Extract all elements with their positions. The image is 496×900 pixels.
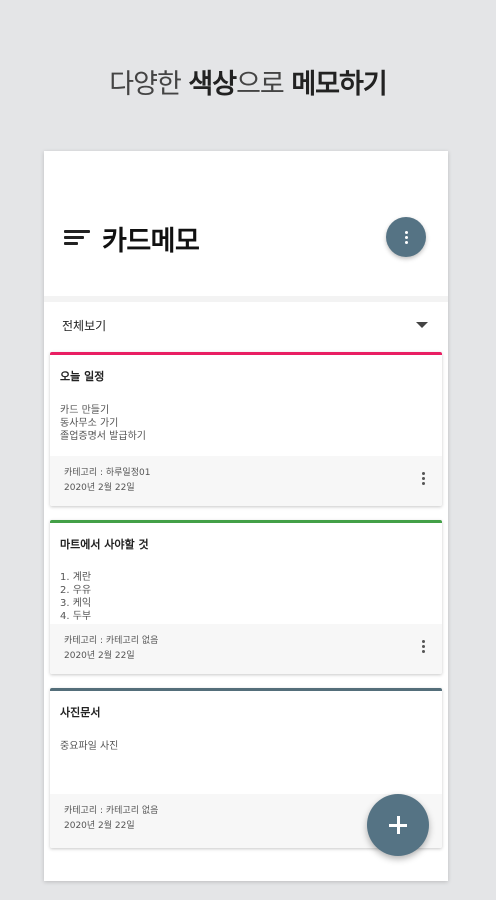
card-footer: 카테고리 : 하루일정01 2020년 2월 22일 (50, 456, 442, 506)
card-title: 오늘 일정 (60, 370, 105, 383)
card-more-icon[interactable] (420, 640, 426, 656)
sort-menu-icon[interactable] (64, 230, 90, 246)
promo-text-3: 으로 (236, 69, 292, 100)
card-meta: 카테고리 : 하루일정01 2020년 2월 22일 (64, 466, 150, 496)
card-date: 2020년 2월 22일 (64, 483, 135, 493)
app-bar: 카드메모 (44, 151, 448, 296)
card-line: 중요파일 사진 (60, 741, 119, 752)
card-category: 카테고리 : 하루일정01 (64, 468, 151, 478)
card-meta: 카테고리 : 카테고리 없음 2020년 2월 22일 (64, 634, 158, 664)
card-category: 카테고리 : 카테고리 없음 (64, 636, 159, 646)
card-color-stripe (50, 688, 442, 691)
dropdown-arrow-icon (416, 322, 428, 328)
card-title: 사진문서 (60, 706, 101, 719)
card-body: 중요파일 사진 (60, 740, 118, 753)
card-line: 2. 우유 (60, 585, 92, 596)
card-line: 4. 두부 (60, 611, 92, 622)
category-filter-dropdown[interactable]: 전체보기 (44, 296, 448, 348)
card-body: 1. 계란 2. 우유 3. 케익 4. 두부 (60, 571, 91, 623)
promo-headline: 다양한 색상으로 메모하기 (0, 62, 496, 101)
more-options-button[interactable] (386, 217, 426, 257)
card-more-icon[interactable] (420, 472, 426, 488)
card-line: 1. 계란 (60, 572, 92, 583)
filter-selected-label: 전체보기 (62, 319, 107, 333)
phone-screen: 카드메모 전체보기 오늘 일정 카드 만들기 동사무소 가기 졸업증명서 발급하… (44, 151, 448, 881)
promo-text-4: 메모하기 (291, 69, 387, 100)
card-color-stripe (50, 520, 442, 523)
card-category: 카테고리 : 카테고리 없음 (64, 806, 159, 816)
app-title: 카드메모 (102, 226, 200, 257)
card-meta: 카테고리 : 카테고리 없음 2020년 2월 22일 (64, 804, 158, 834)
card-line: 카드 만들기 (60, 405, 110, 416)
promo-text-2: 색상 (188, 69, 237, 100)
card-footer: 카테고리 : 카테고리 없음 2020년 2월 22일 (50, 624, 442, 674)
card-title: 마트에서 사야할 것 (60, 538, 149, 551)
card-color-stripe (50, 352, 442, 355)
card-body: 카드 만들기 동사무소 가기 졸업증명서 발급하기 (60, 404, 146, 443)
card-line: 졸업증명서 발급하기 (60, 431, 146, 442)
promo-text-1: 다양한 (109, 69, 189, 100)
card-date: 2020년 2월 22일 (64, 821, 135, 831)
memo-card-2[interactable]: 마트에서 사야할 것 1. 계란 2. 우유 3. 케익 4. 두부 카테고리 … (50, 520, 442, 674)
card-line: 동사무소 가기 (60, 418, 119, 429)
memo-card-1[interactable]: 오늘 일정 카드 만들기 동사무소 가기 졸업증명서 발급하기 카테고리 : 하… (50, 352, 442, 506)
card-line: 3. 케익 (60, 598, 92, 609)
add-memo-button[interactable] (367, 794, 429, 856)
card-date: 2020년 2월 22일 (64, 651, 135, 661)
